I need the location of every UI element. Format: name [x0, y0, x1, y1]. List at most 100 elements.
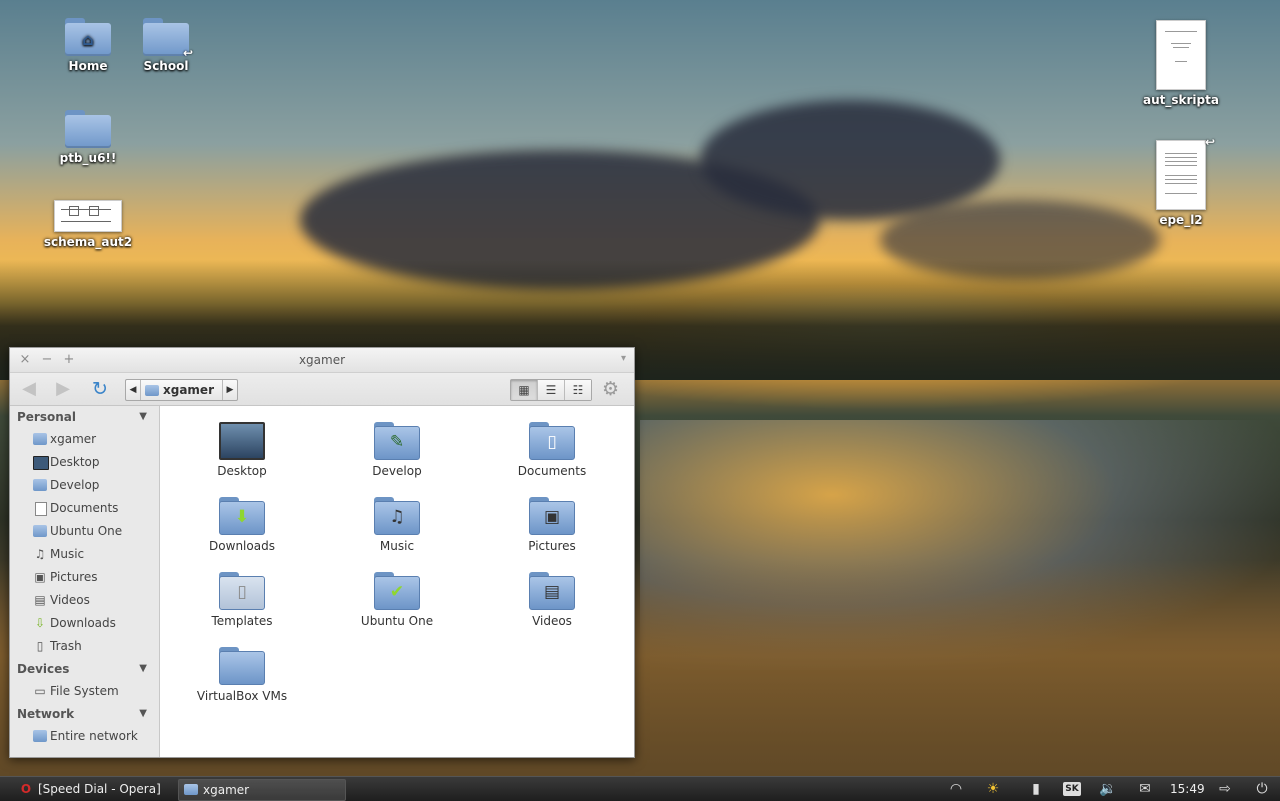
desktop-icon-label: epe_l2: [1159, 213, 1203, 227]
sidebar-item-videos[interactable]: ▤ Videos: [10, 589, 159, 612]
sidebar-section-network[interactable]: Network ▼: [10, 703, 159, 725]
folder-link-icon: ↩: [143, 18, 193, 60]
wifi-icon[interactable]: ◠: [946, 779, 966, 799]
breadcrumb-label: xgamer: [163, 383, 214, 397]
desktop-icon-ptb[interactable]: ptb_u6!!: [43, 110, 133, 165]
collapse-triangle-icon[interactable]: ▼: [139, 658, 147, 680]
battery-icon[interactable]: ▮: [1028, 779, 1044, 799]
desktop-icon-school[interactable]: ↩ School: [121, 18, 211, 73]
downloads-folder-icon: ⬇: [219, 497, 265, 535]
desktop-icon-label: schema_aut2: [43, 235, 133, 249]
sidebar-item-xgamer[interactable]: xgamer: [10, 428, 159, 451]
path-scroll-right-button[interactable]: ▶: [223, 380, 237, 400]
music-folder-icon: ♫: [374, 497, 420, 535]
sidebar-item-downloads[interactable]: ⇩ Downloads: [10, 612, 159, 635]
home-folder-icon: [145, 384, 159, 396]
desktop-icon-label: aut_skripta: [1143, 93, 1219, 107]
sidebar-item-entire-network[interactable]: Entire network: [10, 725, 159, 748]
ubuntu-one-folder-icon: ✔: [374, 572, 420, 610]
file-item-develop[interactable]: ✎ Develop: [337, 422, 457, 478]
drive-icon: ▭: [34, 684, 46, 698]
session-icon[interactable]: ⇨: [1215, 779, 1235, 799]
file-item-templates[interactable]: ▯ Templates: [182, 572, 302, 628]
desktop-icon-aut-skripta[interactable]: aut_skripta: [1136, 20, 1226, 107]
taskbar: O [Speed Dial - Opera] xgamer ◠ ☀ ▮ SK 🔉…: [0, 776, 1280, 801]
window-titlebar[interactable]: × − + xgamer ▾: [10, 348, 634, 373]
home-folder-icon: ⌂: [65, 18, 111, 56]
mail-icon[interactable]: ✉: [1135, 779, 1155, 799]
document-thumbnail-icon: [1156, 20, 1206, 90]
file-item-documents[interactable]: ▯ Documents: [492, 422, 612, 478]
desktop-icon-epe[interactable]: ↩ epe_l2: [1136, 135, 1226, 227]
path-scroll-left-button[interactable]: ◀: [126, 380, 140, 400]
window-content: Personal ▼ xgamer Desktop Develop Docume…: [10, 406, 634, 757]
refresh-button[interactable]: ↻: [87, 378, 113, 400]
sidebar-item-pictures[interactable]: ▣ Pictures: [10, 566, 159, 589]
music-icon: ♫: [34, 547, 46, 561]
file-item-videos[interactable]: ▤ Videos: [492, 572, 612, 628]
videos-folder-icon: ▤: [529, 572, 575, 610]
desktop-icon-schema[interactable]: schema_aut2: [43, 200, 133, 249]
document-link-thumbnail-icon: ↩: [1156, 135, 1215, 210]
gear-icon[interactable]: ⚙: [602, 378, 619, 400]
collapse-triangle-icon[interactable]: ▼: [139, 406, 147, 428]
keyboard-layout-indicator[interactable]: SK: [1063, 782, 1081, 796]
desktop-icon: [33, 456, 49, 470]
file-item-desktop[interactable]: Desktop: [182, 422, 302, 478]
sidebar-section-personal[interactable]: Personal ▼: [10, 406, 159, 428]
sidebar-item-music[interactable]: ♫ Music: [10, 543, 159, 566]
clock[interactable]: 15:49: [1170, 779, 1205, 799]
icon-view-button[interactable]: ▦: [511, 380, 538, 400]
sidebar-item-trash[interactable]: ▯ Trash: [10, 635, 159, 658]
sidebar-item-develop[interactable]: Develop: [10, 474, 159, 497]
home-folder-icon: [33, 433, 47, 445]
window-menu-chevron-icon[interactable]: ▾: [621, 353, 626, 364]
file-item-label: Documents: [517, 464, 587, 478]
file-item-label: Pictures: [528, 539, 576, 553]
desktop-icon: [219, 422, 265, 460]
file-item-ubuntu-one[interactable]: ✔ Ubuntu One: [337, 572, 457, 628]
power-icon[interactable]: ⏻: [1252, 779, 1272, 799]
window-title: xgamer: [298, 353, 346, 367]
sidebar-item-ubuntu-one[interactable]: Ubuntu One: [10, 520, 159, 543]
weather-icon[interactable]: ☀: [982, 779, 1004, 799]
sidebar-item-documents[interactable]: Documents: [10, 497, 159, 520]
desktop-icon-home[interactable]: ⌂ Home: [43, 18, 133, 73]
trash-icon: ▯: [36, 639, 44, 653]
volume-icon[interactable]: 🔉: [1097, 779, 1119, 799]
sidebar-section-devices[interactable]: Devices ▼: [10, 658, 159, 680]
breadcrumb: ◀ xgamer ▶: [125, 379, 238, 401]
file-item-label: Videos: [532, 614, 572, 628]
places-sidebar: Personal ▼ xgamer Desktop Develop Docume…: [10, 406, 160, 757]
file-item-label: Downloads: [209, 539, 275, 553]
file-item-virtualbox-vms[interactable]: VirtualBox VMs: [182, 647, 302, 703]
view-mode-switcher: ▦ ☰ ☷: [510, 379, 592, 401]
file-manager-window: × − + xgamer ▾ ◀ ▶ ↻ ◀ xgamer ▶ ▦ ☰ ☷ ⚙ …: [9, 347, 635, 758]
desktop-icon-label: ptb_u6!!: [59, 151, 117, 165]
documents-folder-icon: ▯: [529, 422, 575, 460]
sidebar-item-file-system[interactable]: ▭ File System: [10, 680, 159, 703]
breadcrumb-item-xgamer[interactable]: xgamer: [140, 380, 223, 400]
file-item-label: Ubuntu One: [360, 614, 434, 628]
forward-button[interactable]: ▶: [50, 378, 76, 400]
file-item-downloads[interactable]: ⬇ Downloads: [182, 497, 302, 553]
file-manager-icon: [184, 784, 198, 795]
folder-icon: [33, 479, 47, 491]
file-item-label: Templates: [211, 614, 273, 628]
templates-folder-icon: ▯: [219, 572, 265, 610]
network-icon: [33, 730, 47, 742]
develop-folder-icon: ✎: [374, 422, 420, 460]
taskbar-item-xgamer[interactable]: xgamer: [178, 779, 346, 801]
file-item-label: Desktop: [217, 464, 267, 478]
videos-icon: ▤: [34, 593, 46, 607]
file-item-music[interactable]: ♫ Music: [337, 497, 457, 553]
compact-view-button[interactable]: ☷: [565, 380, 591, 400]
back-button[interactable]: ◀: [16, 378, 42, 400]
file-item-pictures[interactable]: ▣ Pictures: [492, 497, 612, 553]
list-view-button[interactable]: ☰: [538, 380, 565, 400]
folder-icon: [219, 647, 265, 685]
sidebar-item-desktop[interactable]: Desktop: [10, 451, 159, 474]
taskbar-item-opera[interactable]: O [Speed Dial - Opera]: [14, 779, 198, 799]
desktop-icon-label: School: [143, 59, 189, 73]
collapse-triangle-icon[interactable]: ▼: [139, 703, 147, 725]
